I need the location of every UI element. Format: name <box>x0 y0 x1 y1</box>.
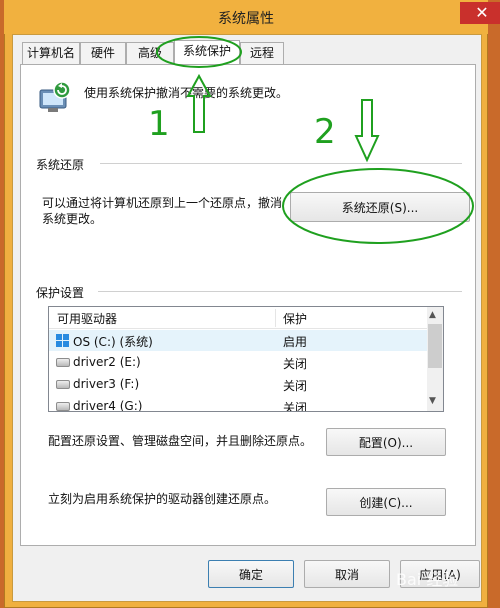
step-number-2: 2 <box>314 112 336 152</box>
up-arrow-annotation <box>186 73 212 133</box>
step-number-1: 1 <box>148 104 170 144</box>
restore-button-highlight-ellipse <box>282 168 474 244</box>
annotation-overlay <box>156 36 474 244</box>
baidu-watermark: Bai 经验 <box>396 570 459 589</box>
tab-highlight-ellipse <box>156 36 242 68</box>
down-arrow-annotation <box>354 99 380 163</box>
